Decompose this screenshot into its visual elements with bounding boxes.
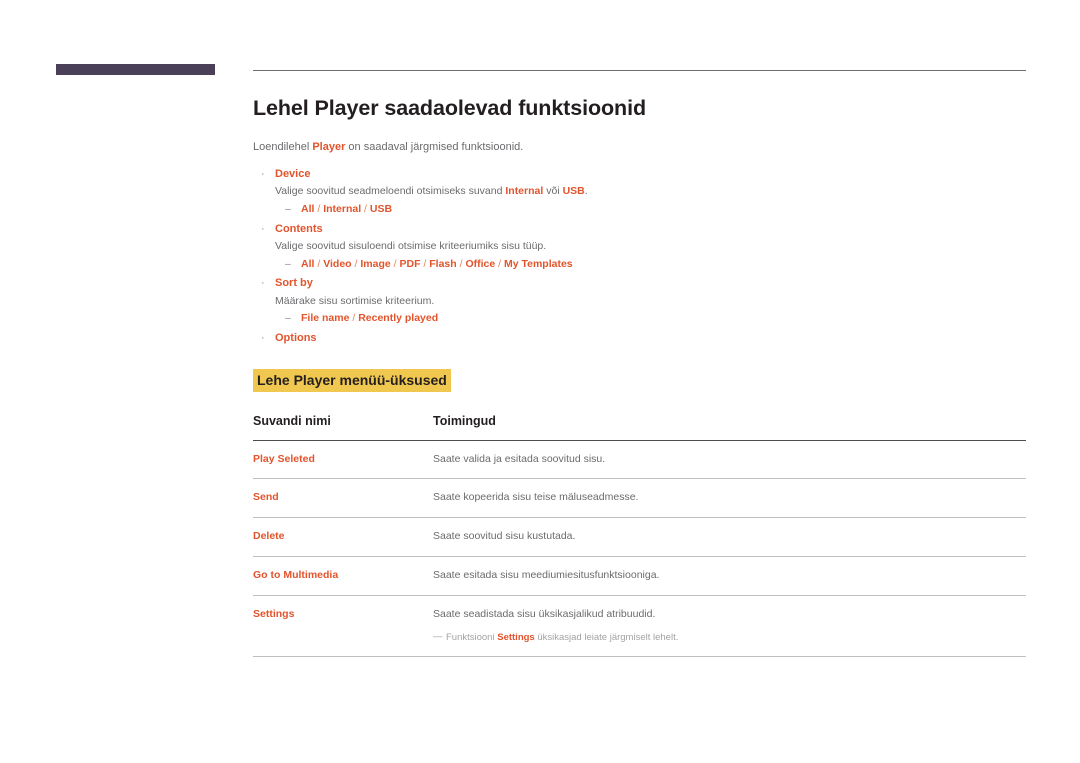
- option-action-text: Saate esitada sisu meediumiesitusfunktsi…: [433, 568, 660, 581]
- feature-option: File name: [301, 312, 350, 325]
- intro-paragraph: Loendilehel Player on saadaval järgmised…: [253, 140, 1026, 156]
- table-row: Send Saate kopeerida sisu teise mäluseadm…: [253, 478, 1026, 519]
- option-separator: /: [349, 312, 359, 325]
- feature-description-text: Valige soovitud seadmeloendi otsimiseks …: [275, 184, 506, 197]
- footnote-accent: Settings: [497, 632, 535, 644]
- option-separator: /: [314, 202, 324, 215]
- bullet-dot-icon: ·: [261, 332, 265, 345]
- table-row: Go to Multimedia Saate esitada sisu meedi…: [253, 556, 1026, 596]
- feature-options-list: – All / Internal / USB: [253, 200, 1026, 220]
- column-header-actions: Toimingud: [433, 413, 496, 428]
- intro-suffix: on saadaval järgmised funktsioonid.: [345, 140, 524, 153]
- table-row: Delete Saate soovitud sisu kustutada.: [253, 517, 1026, 557]
- feature-list-item: · Device Valige soovitud seadmeloendi otsi…: [253, 165, 1026, 220]
- feature-options-list: – File name / Recently played: [253, 309, 1026, 329]
- feature-option: Office: [465, 257, 496, 270]
- menu-items-table: Suvandi nimi Toimingud Play Seleted Saate…: [253, 414, 1026, 657]
- feature-description-middle: või: [543, 184, 563, 197]
- feature-option: Internal: [323, 202, 362, 215]
- sub-bullet-dash-icon: –: [285, 257, 291, 270]
- feature-option: USB: [369, 202, 393, 215]
- bullet-dot-icon: ·: [261, 222, 265, 235]
- option-name-cell: Settings: [253, 595, 433, 657]
- option-action-cell: Saate valida ja esitada soovitud sisu.: [433, 440, 1026, 480]
- sub-bullet-dash-icon: –: [285, 312, 291, 325]
- feature-label-text: Options: [275, 332, 317, 345]
- sub-bullet-dash-icon: –: [285, 202, 291, 215]
- feature-description: Määrake sisu sortimise kriteerium.: [253, 293, 1026, 310]
- feature-options-item: – File name / Recently played: [253, 309, 1026, 329]
- page-content: Lehel Player saadaolevad funktsioonid Lo…: [253, 96, 1026, 657]
- feature-options-list: – All / Video / Image / PDF / Flash / Off…: [253, 255, 1026, 275]
- option-action-text: Saate kopeerida sisu teise mäluseadmesse…: [433, 491, 639, 504]
- feature-description: Valige soovitud seadmeloendi otsimiseks …: [253, 183, 1026, 200]
- section-heading: Lehe Player menüü-üksused: [253, 368, 451, 392]
- feature-option: Video: [323, 257, 352, 270]
- header-rule: [253, 70, 1026, 71]
- table-row: Play Seleted Saate valida ja esitada soov…: [253, 440, 1026, 480]
- option-name-cell: Send: [253, 478, 433, 519]
- feature-label: · Contents: [253, 220, 1026, 238]
- feature-description-text: Määrake sisu sortimise kriteerium.: [275, 294, 435, 307]
- feature-label: · Device: [253, 165, 1026, 183]
- table-head: Suvandi nimi Toimingud: [253, 414, 1026, 441]
- option-separator: /: [420, 257, 430, 270]
- intro-prefix: Loendilehel: [253, 140, 313, 153]
- feature-list-item: · Options: [253, 329, 1026, 347]
- feature-option: Flash: [429, 257, 457, 270]
- feature-option: Recently played: [358, 312, 439, 325]
- page-title: Lehel Player saadaolevad funktsioonid: [253, 96, 646, 120]
- feature-option: Image: [360, 257, 391, 270]
- option-action-text: Saate valida ja esitada soovitud sisu.: [433, 452, 606, 465]
- table-header-row: Suvandi nimi Toimingud: [253, 414, 1026, 441]
- option-action-text: Saate seadistada sisu üksikasjalikud atr…: [433, 607, 656, 620]
- option-separator: /: [495, 257, 504, 270]
- option-separator: /: [314, 257, 324, 270]
- footnote-dash-icon: —: [433, 631, 443, 643]
- feature-description-accent: USB: [562, 184, 585, 197]
- footnote-suffix: üksikasjad leiate järgmiselt lehelt.: [534, 632, 679, 644]
- feature-label: · Sort by: [253, 274, 1026, 292]
- feature-option: PDF: [399, 257, 421, 270]
- feature-option: All: [301, 202, 315, 215]
- bullet-dot-icon: ·: [261, 167, 265, 180]
- option-action-cell: Saate kopeerida sisu teise mäluseadmesse…: [433, 478, 1026, 519]
- feature-label-text: Contents: [275, 222, 323, 235]
- option-action-cell: Saate soovitud sisu kustutada.: [433, 517, 1026, 557]
- option-name-cell: Play Seleted: [253, 440, 433, 480]
- footnote-prefix: Funktsiooni: [446, 632, 498, 644]
- feature-description: Valige soovitud sisuloendi otsimise krit…: [253, 238, 1026, 255]
- table-footnote: — Funktsiooni Settings üksikasjad leiate …: [433, 631, 1026, 644]
- feature-description-accent: Internal: [505, 184, 544, 197]
- option-name-cell: Delete: [253, 517, 433, 557]
- feature-option: All: [301, 257, 315, 270]
- feature-description-suffix: .: [584, 184, 588, 197]
- option-name-cell: Go to Multimedia: [253, 556, 433, 596]
- column-header-option-name: Suvandi nimi: [253, 413, 331, 428]
- option-action-cell: Saate seadistada sisu üksikasjalikud atr…: [433, 595, 1026, 657]
- header-accent-bar: [56, 64, 215, 75]
- table-body: Play Seleted Saate valida ja esitada soov…: [253, 440, 1026, 657]
- table-row: Settings Saate seadistada sisu üksikasjal…: [253, 595, 1026, 657]
- bullet-dot-icon: ·: [261, 277, 265, 290]
- intro-accent-term: Player: [312, 140, 346, 153]
- option-action-cell: Saate esitada sisu meediumiesitusfunktsi…: [433, 556, 1026, 596]
- feature-option: My Templates: [503, 257, 573, 270]
- feature-label-text: Device: [275, 167, 311, 180]
- feature-label-text: Sort by: [275, 277, 313, 290]
- option-separator: /: [361, 202, 370, 215]
- feature-description-text: Valige soovitud sisuloendi otsimise krit…: [275, 239, 547, 252]
- feature-list-item: · Sort by Määrake sisu sortimise kriteeriu…: [253, 274, 1026, 329]
- feature-label: · Options: [253, 329, 1026, 347]
- feature-list: · Device Valige soovitud seadmeloendi otsi…: [253, 165, 1026, 348]
- feature-options-item: – All / Internal / USB: [253, 200, 1026, 220]
- option-action-text: Saate soovitud sisu kustutada.: [433, 530, 576, 543]
- feature-list-item: · Contents Valige soovitud sisuloendi otsi…: [253, 220, 1026, 275]
- feature-options-item: – All / Video / Image / PDF / Flash / Off…: [253, 255, 1026, 275]
